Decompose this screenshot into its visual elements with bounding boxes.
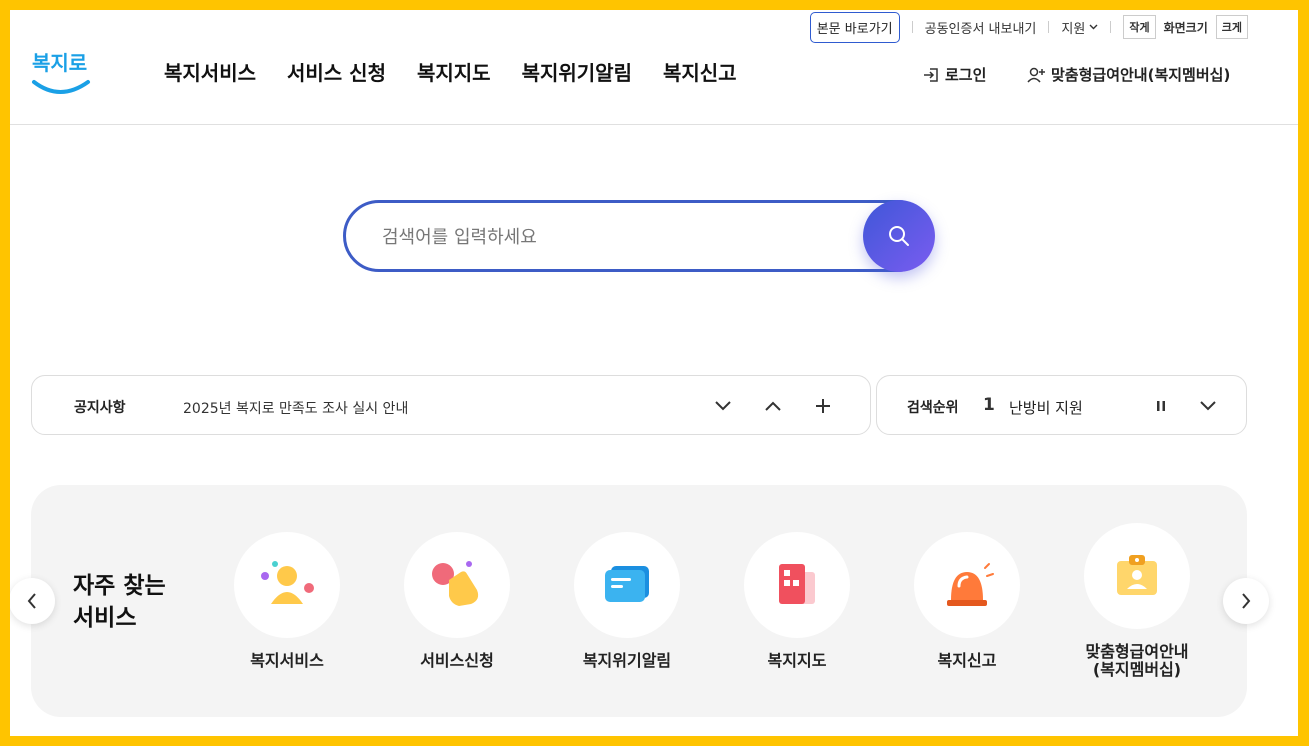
utility-bar: 본문 바로가기 공동인증서 내보내기 지원 작게 화면크기 크게 bbox=[809, 10, 1248, 44]
hand-tap-icon bbox=[432, 561, 479, 606]
service-label: 복지서비스 bbox=[250, 651, 324, 670]
user-add-icon bbox=[1027, 67, 1045, 83]
search-input[interactable] bbox=[382, 223, 852, 251]
service-label: 복지신고 bbox=[937, 651, 997, 670]
membership-link[interactable]: 맞춤형급여안내(복지멤버십) bbox=[1026, 64, 1230, 85]
service-circle bbox=[574, 532, 680, 638]
ranking-pause-button[interactable] bbox=[1147, 392, 1175, 420]
service-crisis-alert[interactable]: 복지위기알림 bbox=[537, 532, 717, 670]
chevron-down-icon bbox=[715, 401, 731, 411]
frequent-services-panel: 자주 찾는 서비스 복지서비스 서비스신청 복지위기알림 복지지도 복지신고 맞… bbox=[31, 485, 1247, 717]
font-small-button[interactable]: 작게 bbox=[1123, 15, 1156, 39]
service-circle bbox=[404, 532, 510, 638]
service-apply[interactable]: 서비스신청 bbox=[367, 532, 547, 670]
service-label-line-2: (복지멤버십) bbox=[1092, 660, 1182, 679]
carousel-prev-button[interactable] bbox=[10, 578, 55, 624]
logo-text: 복지로 bbox=[32, 51, 87, 75]
ranking-expand-button[interactable] bbox=[1194, 392, 1222, 420]
chevron-down-icon bbox=[1089, 22, 1098, 33]
ranking-label: 검색순위 bbox=[907, 400, 959, 416]
header-divider bbox=[10, 124, 1298, 125]
service-circle bbox=[744, 532, 850, 638]
support-dropdown[interactable]: 지원 bbox=[1061, 18, 1098, 37]
divider bbox=[1110, 21, 1112, 33]
service-label-line-1: 맞춤형급여안내 bbox=[1085, 642, 1189, 661]
notice-text[interactable]: 2025년 복지로 만족도 조사 실시 안내 bbox=[183, 398, 408, 418]
title-line-1: 자주 찾는 bbox=[73, 573, 166, 599]
membership-label: 맞춤형급여안내(복지멤버십) bbox=[1051, 66, 1231, 84]
support-label: 지원 bbox=[1061, 21, 1086, 37]
nav-item-service-apply[interactable]: 서비스 신청 bbox=[287, 57, 386, 86]
nav-item-welfare-report[interactable]: 복지신고 bbox=[663, 57, 737, 86]
font-size-label: 화면크기 bbox=[1163, 20, 1208, 35]
carousel-next-button[interactable] bbox=[1223, 578, 1269, 624]
service-welfare-report[interactable]: 복지신고 bbox=[877, 532, 1057, 670]
nav-item-welfare-service[interactable]: 복지서비스 bbox=[164, 57, 256, 86]
notice-prev-button[interactable] bbox=[759, 392, 787, 420]
service-circle bbox=[914, 532, 1020, 638]
main-nav: 복지서비스 서비스 신청 복지지도 복지위기알림 복지신고 bbox=[164, 57, 737, 86]
service-circle bbox=[234, 532, 340, 638]
login-icon bbox=[924, 67, 938, 82]
chevron-left-icon bbox=[27, 593, 36, 609]
nav-item-crisis-alert[interactable]: 복지위기알림 bbox=[522, 57, 632, 86]
logo-mark: 복지로 bbox=[32, 51, 90, 94]
notice-next-button[interactable] bbox=[709, 392, 737, 420]
service-welfare-map[interactable]: 복지지도 bbox=[707, 532, 887, 670]
divider bbox=[1048, 21, 1050, 33]
service-label: 맞춤형급여안내 (복지멤버십) bbox=[1047, 643, 1227, 679]
notice-bar: 공지사항 2025년 복지로 만족도 조사 실시 안내 bbox=[31, 375, 871, 435]
service-membership[interactable]: 맞춤형급여안내 (복지멤버십) bbox=[1047, 523, 1227, 679]
map-building-icon bbox=[779, 564, 815, 604]
skip-to-content-link[interactable]: 본문 바로가기 bbox=[809, 11, 900, 43]
chevron-down-icon bbox=[1200, 401, 1216, 411]
chat-bubble-icon bbox=[605, 566, 649, 602]
ranking-number: 1 bbox=[983, 395, 995, 415]
logo[interactable]: 복지로 bbox=[30, 42, 92, 98]
notice-more-button[interactable] bbox=[809, 392, 837, 420]
service-label: 복지지도 bbox=[767, 651, 827, 670]
nav-item-welfare-map[interactable]: 복지지도 bbox=[417, 57, 491, 86]
ranking-keyword[interactable]: 난방비 지원 bbox=[1009, 397, 1083, 418]
font-large-button[interactable]: 크게 bbox=[1215, 15, 1248, 39]
id-badge-icon bbox=[1117, 555, 1157, 595]
notice-label: 공지사항 bbox=[74, 400, 126, 416]
plus-icon bbox=[816, 399, 830, 413]
service-label: 복지위기알림 bbox=[582, 651, 672, 670]
divider bbox=[911, 21, 913, 33]
page: 본문 바로가기 공동인증서 내보내기 지원 작게 화면크기 크게 복지로 복지서… bbox=[10, 10, 1298, 736]
title-line-2: 서비스 bbox=[73, 605, 137, 631]
frequent-services-title: 자주 찾는 서비스 bbox=[73, 570, 166, 634]
search-icon bbox=[889, 226, 909, 246]
pause-icon bbox=[1157, 401, 1165, 411]
chevron-up-icon bbox=[765, 401, 781, 411]
cert-export-link[interactable]: 공동인증서 내보내기 bbox=[925, 18, 1037, 37]
login-link[interactable]: 로그인 bbox=[922, 64, 986, 85]
search-button[interactable] bbox=[863, 200, 935, 272]
siren-icon bbox=[947, 563, 994, 606]
search-box bbox=[343, 200, 933, 272]
search-ranking-bar: 검색순위 1 난방비 지원 bbox=[876, 375, 1247, 435]
service-circle bbox=[1084, 523, 1190, 629]
person-icon bbox=[261, 561, 314, 604]
service-label: 서비스신청 bbox=[420, 651, 494, 670]
service-welfare[interactable]: 복지서비스 bbox=[197, 532, 377, 670]
login-label: 로그인 bbox=[945, 66, 987, 84]
chevron-right-icon bbox=[1242, 593, 1251, 609]
